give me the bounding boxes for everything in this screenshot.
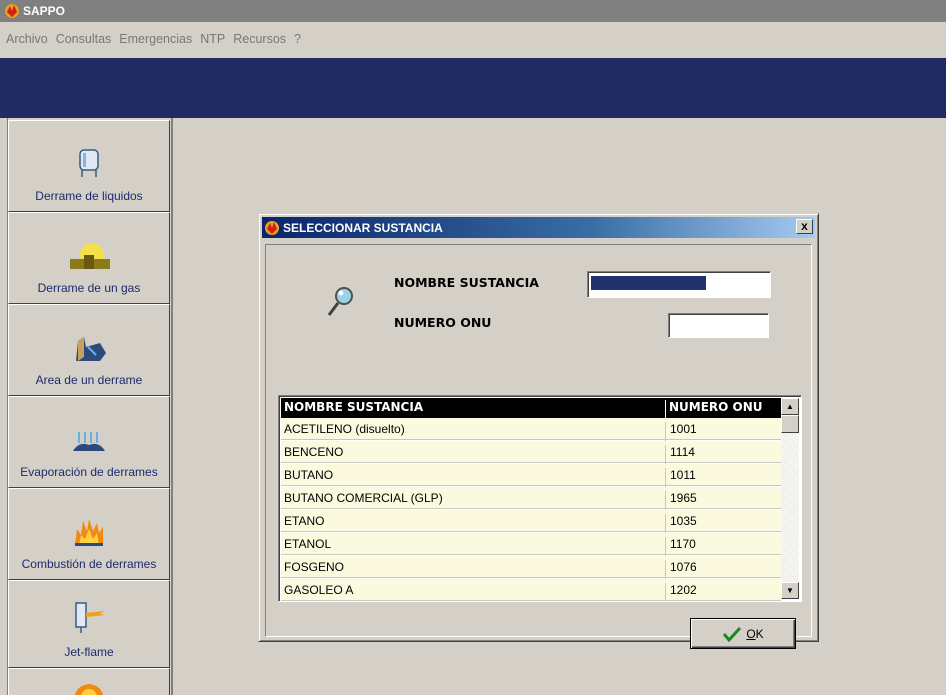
menu-emergencias[interactable]: Emergencias	[119, 32, 192, 46]
cell-onu: 1001	[670, 422, 697, 436]
cell-onu: 1011	[670, 468, 696, 482]
cell-onu: 1035	[670, 514, 697, 528]
cell-onu: 1170	[670, 537, 696, 551]
table-row[interactable]: GASOLEO A 1202	[281, 579, 781, 601]
fire-ball-icon	[74, 684, 104, 695]
sidebar-item-label: Area de un derrame	[35, 373, 143, 387]
magnifier-icon	[327, 287, 353, 316]
column-header-onu[interactable]: NUMERO ONU	[669, 400, 763, 414]
sidebar-item-label: Derrame de un gas	[37, 281, 141, 295]
ok-label: OK	[746, 626, 764, 641]
fire-icon	[75, 519, 103, 546]
cell-name: ACETILENO (disuelto)	[284, 422, 405, 436]
sidebar-item-label: Derrame de liquidos	[35, 189, 143, 203]
scroll-up-button[interactable]: ▲	[781, 398, 799, 415]
table-row[interactable]: BUTANO 1011	[281, 464, 781, 489]
cell-name: ETANO	[284, 514, 325, 528]
cell-onu: 1965	[670, 491, 697, 505]
table-scrollbar[interactable]: ▲ ▼	[781, 398, 799, 599]
column-divider	[665, 537, 666, 558]
menu-recursos[interactable]: Recursos	[233, 32, 286, 46]
selected-text-highlight	[591, 276, 706, 290]
onu-number-field[interactable]	[668, 313, 769, 338]
sidebar-item-next[interactable]	[8, 668, 170, 695]
table-header: NOMBRE SUSTANCIA NUMERO ONU	[281, 398, 781, 420]
cell-name: ETANOL	[284, 537, 332, 551]
column-divider	[665, 468, 666, 489]
menu-archivo[interactable]: Archivo	[6, 32, 48, 46]
column-divider	[665, 583, 666, 601]
dialog-titlebar[interactable]: SELECCIONAR SUSTANCIA x	[262, 217, 815, 238]
column-divider	[665, 400, 666, 420]
table-row[interactable]: ETANO 1035	[281, 510, 781, 535]
checkmark-icon	[723, 626, 742, 642]
table-row[interactable]: BENCENO 1114	[281, 441, 781, 466]
evaporation-icon	[73, 432, 105, 451]
column-divider	[665, 560, 666, 581]
cell-onu: 1202	[670, 583, 697, 597]
menu-bar: Archivo Consultas Emergencias NTP Recurs…	[0, 22, 946, 58]
substance-name-label: NOMBRE SUSTANCIA	[394, 275, 539, 290]
header-band	[0, 58, 946, 118]
arrow-up-icon: ▲	[786, 402, 794, 411]
app-logo-icon	[5, 4, 19, 18]
cell-name: FOSGENO	[284, 560, 345, 574]
cell-name: BUTANO COMERCIAL (GLP)	[284, 491, 443, 505]
menu-consultas[interactable]: Consultas	[56, 32, 112, 46]
menu-help[interactable]: ?	[294, 32, 301, 46]
sidebar-item-area-derrame[interactable]: Area de un derrame	[8, 304, 170, 396]
cell-onu: 1076	[670, 560, 697, 574]
sidebar-item-derrame-gas[interactable]: Derrame de un gas	[8, 212, 170, 304]
sidebar-item-label: Combustión de derrames	[21, 557, 157, 571]
column-divider	[665, 491, 666, 512]
table-row[interactable]: ACETILENO (disuelto) 1001	[281, 418, 781, 443]
cell-onu: 1114	[670, 445, 695, 459]
app-titlebar: SAPPO	[0, 0, 946, 22]
column-header-name[interactable]: NOMBRE SUSTANCIA	[284, 400, 423, 414]
sidebar-item-jet-flame[interactable]: Jet-flame	[8, 580, 170, 668]
app-logo-icon	[265, 220, 279, 235]
ok-button[interactable]: OK	[690, 618, 796, 649]
table-row[interactable]: ETANOL 1170	[281, 533, 781, 558]
tank-icon	[79, 149, 99, 177]
substance-name-field[interactable]	[587, 271, 771, 298]
cell-name: GASOLEO A	[284, 583, 354, 597]
column-divider	[665, 422, 666, 443]
close-icon: x	[801, 219, 808, 233]
arrow-down-icon: ▼	[786, 586, 794, 595]
sidebar-item-combustion[interactable]: Combustión de derrames	[8, 488, 170, 580]
close-button[interactable]: x	[796, 219, 813, 234]
spill-area-icon	[76, 337, 106, 361]
sidebar-edge	[0, 118, 8, 695]
jet-flame-icon	[75, 602, 106, 633]
sidebar-item-label: Evaporación de derrames	[20, 465, 158, 479]
scroll-thumb[interactable]	[781, 415, 799, 433]
sidebar-item-label: Jet-flame	[64, 645, 114, 659]
column-divider	[665, 445, 666, 466]
scroll-down-button[interactable]: ▼	[781, 582, 799, 599]
cell-name: BUTANO	[284, 468, 334, 482]
table-row[interactable]: FOSGENO 1076	[281, 556, 781, 581]
substance-table[interactable]: NOMBRE SUSTANCIA NUMERO ONU ACETILENO (d…	[278, 395, 802, 602]
app-title: SAPPO	[23, 4, 66, 18]
onu-number-label: NUMERO ONU	[394, 315, 492, 330]
sidebar-item-derrame-liquidos[interactable]: Derrame de liquidos	[8, 120, 170, 212]
dialog-title: SELECCIONAR SUSTANCIA	[283, 220, 443, 235]
table-row[interactable]: BUTANO COMERCIAL (GLP) 1965	[281, 487, 781, 512]
select-substance-dialog: SELECCIONAR SUSTANCIA x NOMBRE SUSTANCIA…	[258, 213, 819, 649]
menu-ntp[interactable]: NTP	[200, 32, 225, 46]
sidebar-item-evaporacion[interactable]: Evaporación de derrames	[8, 396, 170, 488]
gas-cloud-icon	[70, 243, 110, 269]
cell-name: BENCENO	[284, 445, 344, 459]
dialog-body: NOMBRE SUSTANCIA NUMERO ONU NOMBRE SUSTA…	[265, 244, 812, 649]
column-divider	[665, 514, 666, 535]
